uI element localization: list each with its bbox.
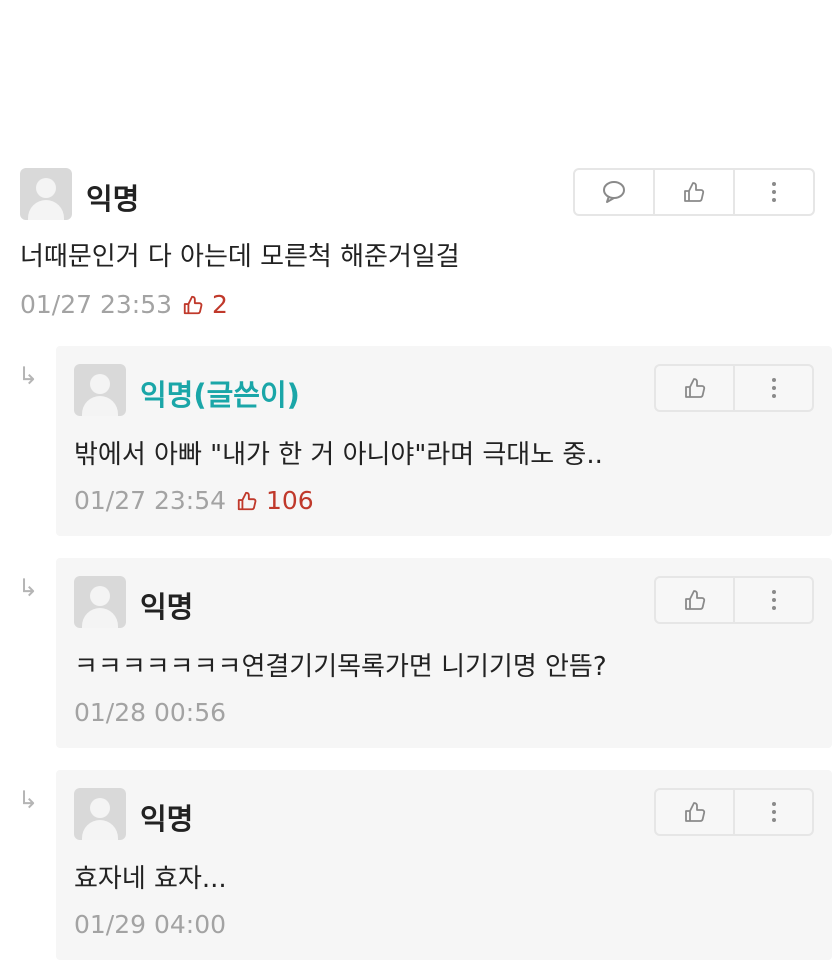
reply-timestamp: 01/28 00:56 <box>74 698 227 727</box>
avatar <box>74 788 126 840</box>
comment: 익명 너때문인거 다 아는데 모른척 해준거일걸 01/27 23:53 2 <box>0 160 832 340</box>
reply-content: 밖에서 아빠 "내가 한 거 아니야"라며 극대노 중.. <box>74 440 603 470</box>
reply: 익명 효자네 효자... 01/29 04:00 <box>56 770 832 960</box>
reply: 익명(글쓴이) 밖에서 아빠 "내가 한 거 아니야"라며 극대노 중.. 01… <box>56 346 832 536</box>
like-button[interactable] <box>655 170 735 214</box>
reply-arrow-icon: ↳ <box>18 574 39 602</box>
kebab-menu-icon <box>771 378 776 398</box>
reply-actions <box>654 788 814 836</box>
more-button[interactable] <box>735 366 812 410</box>
like-button[interactable] <box>656 366 735 410</box>
reply-actions <box>654 576 814 624</box>
reply-author: 익명 <box>140 590 194 624</box>
comment-actions <box>573 168 815 216</box>
reply-content: 효자네 효자... <box>74 864 227 894</box>
like-count: 106 <box>236 486 314 515</box>
kebab-menu-icon <box>771 802 776 822</box>
kebab-menu-icon <box>771 590 776 610</box>
reply-arrow-icon: ↳ <box>18 362 39 390</box>
reply-author: 익명(글쓴이) <box>140 378 300 412</box>
kebab-menu-icon <box>772 182 776 202</box>
reply-timestamp: 01/27 23:54 <box>74 486 227 515</box>
reply-actions <box>654 364 814 412</box>
thumbs-up-icon <box>237 491 257 511</box>
avatar <box>74 364 126 416</box>
speech-bubble-icon <box>603 181 625 203</box>
reply-content: ㅋㅋㅋㅋㅋㅋㅋ연결기기목록가면 니기기명 안뜸? <box>74 652 607 682</box>
comment-thread: 익명 너때문인거 다 아는데 모른척 해준거일걸 01/27 23:53 2 ↳… <box>0 0 832 974</box>
more-button[interactable] <box>735 578 812 622</box>
more-button[interactable] <box>735 170 813 214</box>
comment-content: 너때문인거 다 아는데 모른척 해준거일걸 <box>20 242 460 272</box>
reply-meta: 01/27 23:54 106 <box>74 486 314 515</box>
thumbs-up-icon <box>684 590 705 610</box>
thumbs-up-icon <box>183 295 203 315</box>
reply: 익명 ㅋㅋㅋㅋㅋㅋㅋ연결기기목록가면 니기기명 안뜸? 01/28 00:56 <box>56 558 832 748</box>
reply-button[interactable] <box>575 170 655 214</box>
comment-meta: 01/27 23:53 2 <box>20 290 228 319</box>
reply-arrow-icon: ↳ <box>18 786 39 814</box>
comment-author: 익명 <box>86 182 140 216</box>
like-count: 2 <box>182 290 228 319</box>
avatar <box>74 576 126 628</box>
thumbs-up-icon <box>684 182 705 202</box>
reply-timestamp: 01/29 04:00 <box>74 910 227 939</box>
more-button[interactable] <box>735 790 812 834</box>
thumbs-up-icon <box>684 378 705 398</box>
like-button[interactable] <box>656 578 735 622</box>
avatar <box>20 168 72 220</box>
comment-timestamp: 01/27 23:53 <box>20 290 173 319</box>
reply-author: 익명 <box>140 802 194 836</box>
like-button[interactable] <box>656 790 735 834</box>
thumbs-up-icon <box>684 802 705 822</box>
